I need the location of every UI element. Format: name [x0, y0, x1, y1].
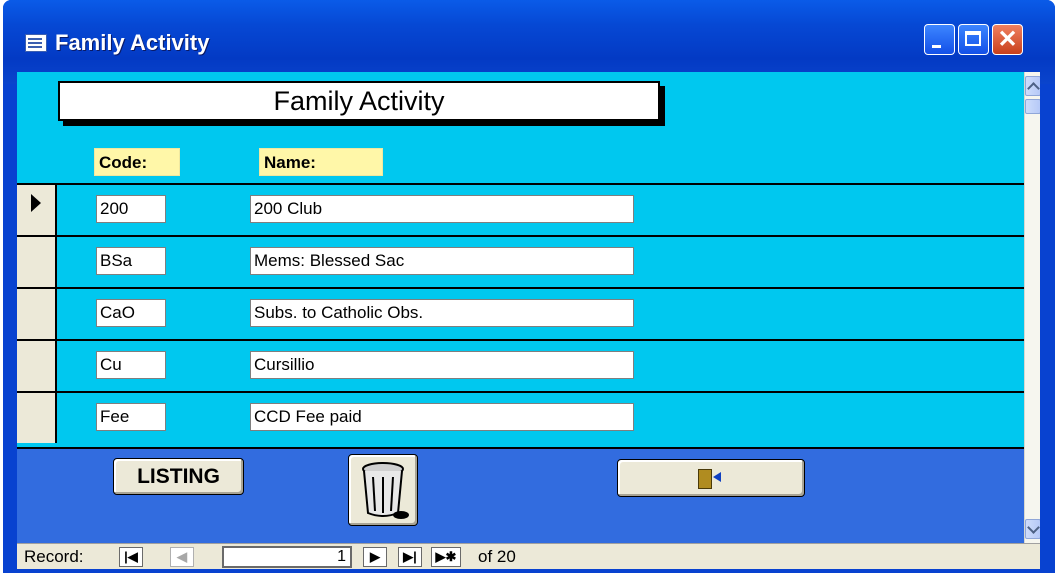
scroll-thumb[interactable] [1025, 99, 1040, 114]
record-row: Cu Cursillio [17, 339, 1024, 391]
code-field[interactable]: 200 [96, 195, 166, 223]
name-column-label: Name: [259, 148, 383, 176]
scroll-down-button[interactable] [1025, 519, 1040, 539]
form-icon[interactable] [25, 34, 47, 52]
chevron-down-icon [1027, 521, 1040, 534]
form-footer: LISTING [17, 447, 1024, 545]
record-row: BSa Mems: Blessed Sac [17, 235, 1024, 287]
delete-button[interactable] [348, 454, 418, 526]
close-button[interactable]: ✕ [992, 24, 1023, 55]
record-label: Record: [24, 547, 84, 566]
record-selector[interactable] [17, 237, 57, 287]
record-row: CaO Subs. to Catholic Obs. [17, 287, 1024, 339]
code-field[interactable]: Fee [96, 403, 166, 431]
code-column-label: Code: [94, 148, 180, 176]
minimize-button[interactable] [924, 24, 955, 55]
name-field[interactable]: Cursillio [250, 351, 634, 379]
close-icon: ✕ [997, 26, 1018, 53]
minimize-icon [932, 45, 941, 48]
record-row: Fee CCD Fee paid [17, 391, 1024, 443]
exit-arrow-icon [713, 472, 721, 482]
trash-can-icon [362, 462, 409, 519]
form-body: Family Activity Code: Name: 200 200 Club… [17, 72, 1040, 569]
window-title: Family Activity [55, 30, 210, 55]
current-record-input[interactable]: 1 [222, 546, 352, 568]
record-selector[interactable] [17, 393, 57, 443]
record-selector[interactable] [17, 289, 57, 339]
record-row: 200 200 Club [17, 183, 1024, 235]
name-field[interactable]: CCD Fee paid [250, 403, 634, 431]
chevron-up-icon [1027, 82, 1040, 95]
maximize-button[interactable] [958, 24, 989, 55]
exit-door-icon [698, 469, 712, 489]
exit-button[interactable] [617, 459, 805, 497]
name-field[interactable]: Subs. to Catholic Obs. [250, 299, 634, 327]
new-record-button[interactable]: ▶✱ [431, 547, 461, 567]
current-record-arrow-icon [31, 194, 41, 212]
last-record-button[interactable]: ▶| [398, 547, 422, 567]
record-navigation-bar: Record: |◀ ◀ 1 ▶ ▶| ▶✱ of 20 [17, 543, 1040, 569]
code-field[interactable]: BSa [96, 247, 166, 275]
maximize-icon [965, 31, 981, 46]
next-record-button[interactable]: ▶ [363, 547, 387, 567]
name-field[interactable]: Mems: Blessed Sac [250, 247, 634, 275]
previous-record-button[interactable]: ◀ [170, 547, 194, 567]
name-field[interactable]: 200 Club [250, 195, 634, 223]
record-selector[interactable] [17, 185, 57, 235]
form-heading: Family Activity [273, 86, 445, 116]
access-form-window: Family Activity ✕ Family Activity Code: … [3, 0, 1055, 573]
code-field[interactable]: CaO [96, 299, 166, 327]
first-record-button[interactable]: |◀ [119, 547, 143, 567]
listing-button[interactable]: LISTING [113, 458, 244, 495]
code-field[interactable]: Cu [96, 351, 166, 379]
record-selector[interactable] [17, 341, 57, 391]
record-count: of 20 [478, 547, 516, 566]
scroll-up-button[interactable] [1025, 76, 1040, 96]
vertical-scrollbar[interactable] [1024, 72, 1040, 543]
form-heading-box: Family Activity [58, 81, 660, 121]
